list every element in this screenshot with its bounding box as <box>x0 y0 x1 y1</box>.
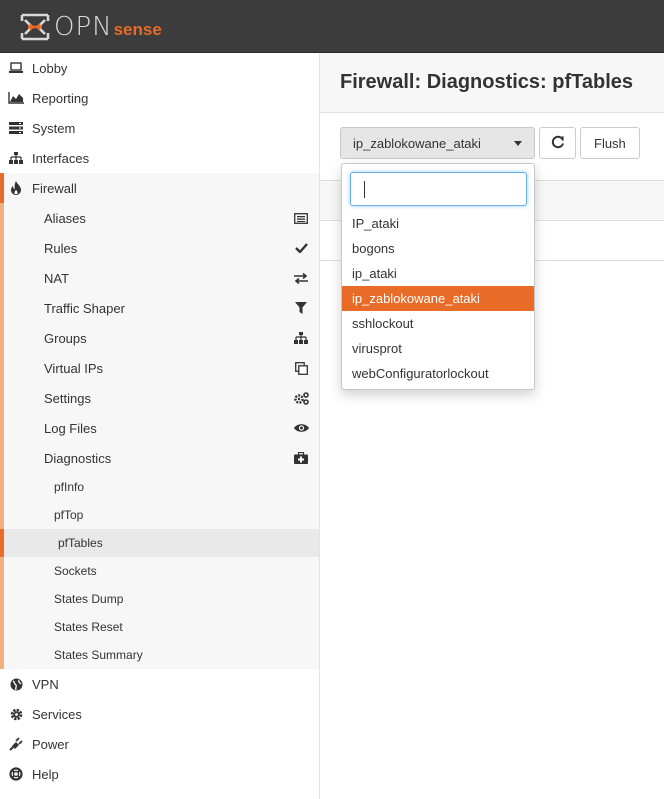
sidebar-item-label: Interfaces <box>32 150 90 166</box>
sidebar-subitem-label: pfInfo <box>54 480 85 494</box>
sidebar-item-label: Lobby <box>32 60 68 76</box>
laptop-icon <box>8 60 24 76</box>
sidebar-item-label: VPN <box>32 676 59 692</box>
sidebar-subitem-label: pfTables <box>58 536 103 550</box>
table-select-dropdown[interactable]: ip_zablokowane_ataki <box>340 127 535 159</box>
clone-icon <box>293 360 309 376</box>
pftables-toolbar: ip_zablokowane_ataki Flush <box>340 127 640 159</box>
text-cursor <box>364 181 365 198</box>
globe-icon <box>8 676 24 692</box>
sidebar-item-interfaces[interactable]: Interfaces <box>0 143 319 173</box>
dropdown-option[interactable]: virusprot <box>342 336 534 361</box>
sidebar-item-reporting[interactable]: Reporting <box>0 83 319 113</box>
logo-text-accent: sense <box>113 20 162 39</box>
sitemap-icon <box>293 330 309 346</box>
sidebar-item-aliases[interactable]: Aliases <box>4 203 319 233</box>
sidebar-item-system[interactable]: System <box>0 113 319 143</box>
dropdown-search-input[interactable] <box>350 172 527 206</box>
sidebar-item-help[interactable]: Help <box>0 759 319 789</box>
sidebar-item-vpn[interactable]: VPN <box>0 669 319 699</box>
sidebar-subitem-pftop[interactable]: pfTop <box>4 501 319 529</box>
sidebar-item-label: Log Files <box>44 420 97 436</box>
dropdown-option-selected[interactable]: ip_zablokowane_ataki <box>342 286 534 311</box>
refresh-button[interactable] <box>539 127 576 159</box>
table-select-value: ip_zablokowane_ataki <box>353 135 481 151</box>
server-icon <box>8 120 24 136</box>
page-header: Firewall: Diagnostics: pfTables <box>320 53 664 113</box>
dropdown-option[interactable]: webConfiguratorlockout <box>342 361 534 386</box>
sidebar-subitem-label: States Reset <box>54 620 123 634</box>
sidebar-item-label: Power <box>32 736 69 752</box>
sidebar-item-settings[interactable]: Settings <box>4 383 319 413</box>
cogs-icon <box>293 390 309 406</box>
filter-icon <box>293 300 309 316</box>
sidebar-item-log-files[interactable]: Log Files <box>4 413 319 443</box>
medkit-icon <box>293 450 309 466</box>
sidebar-subitem-label: States Summary <box>54 648 143 662</box>
sidebar-item-services[interactable]: Services <box>0 699 319 729</box>
sidebar-item-label: Settings <box>44 390 91 406</box>
sidebar-item-traffic-shaper[interactable]: Traffic Shaper <box>4 293 319 323</box>
sidebar-subitem-states-summary[interactable]: States Summary <box>4 641 319 669</box>
sidebar-item-diagnostics[interactable]: Diagnostics <box>4 443 319 473</box>
sidebar-subitem-label: Sockets <box>54 564 97 578</box>
plug-icon <box>8 736 24 752</box>
fire-icon <box>8 180 24 196</box>
sidebar-item-label: Services <box>32 706 82 722</box>
top-navbar: OPN sense <box>0 0 664 53</box>
firewall-submenu: Aliases Rules NAT Traffic Shaper Groups <box>0 203 319 669</box>
sidebar: Lobby Reporting System Interfaces Firewa… <box>0 53 320 799</box>
flush-button[interactable]: Flush <box>580 127 640 159</box>
exchange-icon <box>293 270 309 286</box>
cog-icon <box>8 706 24 722</box>
sidebar-subitem-pftables[interactable]: pfTables <box>0 529 319 557</box>
sidebar-item-label: Firewall <box>32 180 77 196</box>
sidebar-item-groups[interactable]: Groups <box>4 323 319 353</box>
opnsense-logo[interactable]: OPN sense <box>20 12 162 42</box>
sidebar-item-label: NAT <box>44 270 70 286</box>
sidebar-item-label: Groups <box>44 330 87 346</box>
area-chart-icon <box>8 90 24 106</box>
refresh-icon <box>551 135 565 152</box>
sidebar-subitem-sockets[interactable]: Sockets <box>4 557 319 585</box>
sidebar-subitem-label: States Dump <box>54 592 124 606</box>
sidebar-item-label: Reporting <box>32 90 89 106</box>
dropdown-option[interactable]: bogons <box>342 236 534 261</box>
sidebar-item-virtual-ips[interactable]: Virtual IPs <box>4 353 319 383</box>
check-icon <box>293 240 309 256</box>
caret-down-icon <box>514 140 522 146</box>
sidebar-item-label: Traffic Shaper <box>44 300 125 316</box>
logo-text-main: OPN <box>54 12 113 42</box>
sidebar-item-lobby[interactable]: Lobby <box>0 53 319 83</box>
sidebar-item-label: Rules <box>44 240 78 256</box>
sidebar-item-label: Help <box>32 766 59 782</box>
opnsense-logo-mark-icon <box>20 12 50 42</box>
sidebar-item-firewall[interactable]: Firewall <box>0 173 319 203</box>
life-ring-icon <box>8 766 24 782</box>
sidebar-item-rules[interactable]: Rules <box>4 233 319 263</box>
sidebar-subitem-states-dump[interactable]: States Dump <box>4 585 319 613</box>
dropdown-option[interactable]: sshlockout <box>342 311 534 336</box>
sidebar-item-label: System <box>32 120 76 136</box>
sidebar-subitem-states-reset[interactable]: States Reset <box>4 613 319 641</box>
dropdown-option[interactable]: IP_ataki <box>342 211 534 236</box>
sidebar-item-power[interactable]: Power <box>0 729 319 759</box>
sidebar-item-nat[interactable]: NAT <box>4 263 319 293</box>
list-alt-icon <box>293 210 309 226</box>
eye-icon <box>293 420 309 436</box>
sidebar-item-label: Diagnostics <box>44 450 112 466</box>
sidebar-item-label: Aliases <box>44 210 86 226</box>
dropdown-option[interactable]: ip_ataki <box>342 261 534 286</box>
sidebar-item-label: Virtual IPs <box>44 360 104 376</box>
table-select-menu: IP_ataki bogons ip_ataki ip_zablokowane_… <box>341 163 535 390</box>
sitemap-icon <box>8 150 24 166</box>
sidebar-subitem-label: pfTop <box>54 508 84 522</box>
page-title: Firewall: Diagnostics: pfTables <box>340 71 634 93</box>
sidebar-subitem-pfinfo[interactable]: pfInfo <box>4 473 319 501</box>
dropdown-options: IP_ataki bogons ip_ataki ip_zablokowane_… <box>342 211 534 386</box>
